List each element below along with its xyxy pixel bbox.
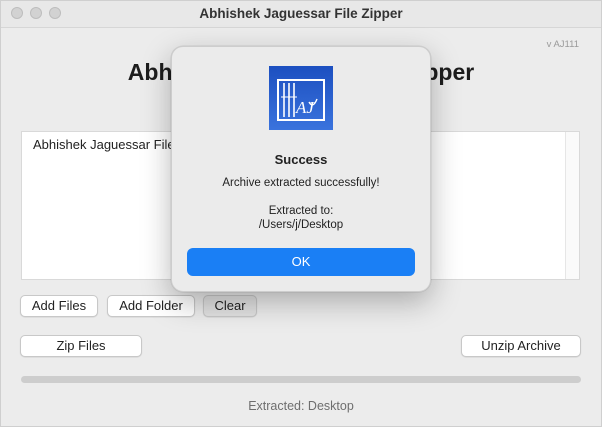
progress-bar <box>21 376 581 383</box>
window-title: Abhishek Jaguessar File Zipper <box>199 6 403 21</box>
svg-text:AJ: AJ <box>295 98 315 117</box>
app-window: Abhishek Jaguessar File Zipper v AJ111 A… <box>0 0 602 427</box>
dialog-message: Archive extracted successfully! <box>222 177 380 189</box>
status-label: Extracted: Desktop <box>248 399 354 413</box>
unzip-archive-button[interactable]: Unzip Archive <box>461 335 581 357</box>
add-folder-button[interactable]: Add Folder <box>107 295 195 317</box>
extracted-path: /Users/j/Desktop <box>258 219 344 231</box>
zip-files-button[interactable]: Zip Files <box>20 335 142 357</box>
clear-button[interactable]: Clear <box>203 295 257 317</box>
file-list-scrollbar[interactable] <box>565 132 579 279</box>
extracted-to-label: Extracted to: <box>268 205 334 217</box>
add-files-button[interactable]: Add Files <box>20 295 98 317</box>
success-dialog: AJ Success Archive extracted successfull… <box>171 46 431 292</box>
version-label: v AJ111 <box>546 39 579 50</box>
title-bar: Abhishek Jaguessar File Zipper <box>1 1 601 28</box>
dialog-title: Success <box>274 152 328 167</box>
app-zipper-icon: AJ <box>269 66 333 130</box>
ok-button[interactable]: OK <box>187 248 415 276</box>
